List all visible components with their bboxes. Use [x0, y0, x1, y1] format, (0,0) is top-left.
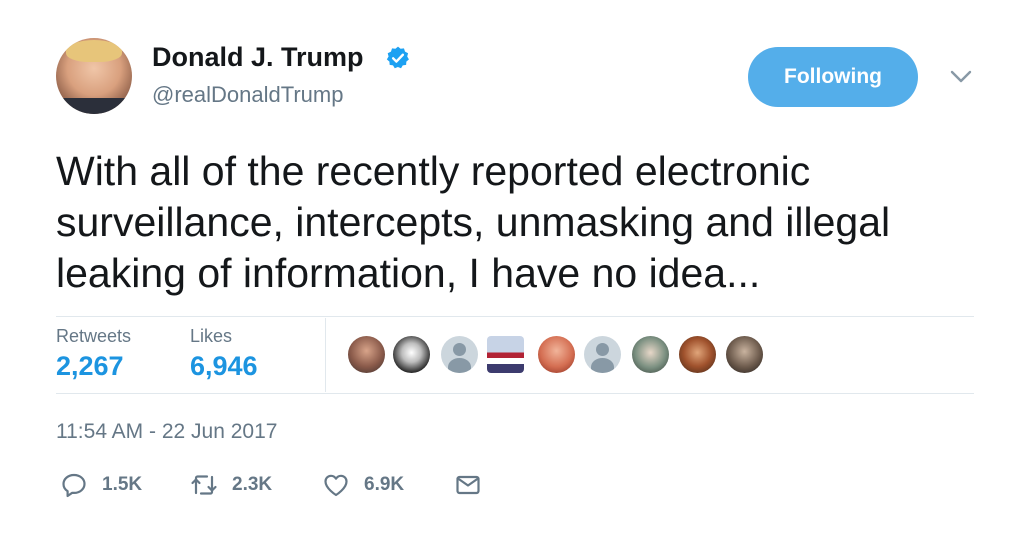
mail-icon	[456, 475, 480, 495]
reply-count: 1.5K	[102, 474, 143, 495]
liker-avatar[interactable]	[348, 336, 385, 373]
retweets-label: Retweets	[56, 326, 132, 346]
retweets-count: 2,267	[56, 351, 124, 381]
like-count: 6.9K	[364, 474, 405, 495]
stats-vertical-divider	[325, 318, 326, 392]
tweet-timestamp[interactable]: 11:54 AM - 22 Jun 2017	[56, 420, 277, 444]
reply-icon	[62, 473, 86, 498]
liker-avatar[interactable]	[393, 336, 430, 373]
likes-label: Likes	[190, 326, 233, 346]
verified-badge-icon	[386, 46, 409, 69]
author-handle[interactable]: @realDonaldTrump	[152, 82, 343, 108]
retweets-stat[interactable]: Retweets 2,267	[56, 326, 131, 382]
liker-avatar[interactable]	[679, 336, 716, 373]
liker-avatar[interactable]	[538, 336, 575, 373]
following-button[interactable]: Following	[748, 47, 918, 107]
heart-icon	[324, 474, 348, 497]
retweet-button[interactable]: 2.3K	[190, 471, 272, 499]
retweet-count: 2.3K	[232, 474, 273, 495]
liker-avatar[interactable]	[584, 336, 621, 373]
liker-avatar[interactable]	[487, 336, 524, 373]
liker-avatar[interactable]	[726, 336, 763, 373]
author-name[interactable]: Donald J. Trump	[152, 42, 364, 73]
liker-avatar[interactable]	[632, 336, 669, 373]
reply-button[interactable]: 1.5K	[60, 471, 142, 499]
like-button[interactable]: 6.9K	[322, 471, 404, 499]
likes-count: 6,946	[190, 351, 258, 381]
liker-avatar[interactable]	[441, 336, 478, 373]
stats-top-divider	[56, 316, 974, 317]
retweet-icon	[191, 475, 217, 495]
tweet-text: With all of the recently reported electr…	[56, 148, 891, 296]
likes-stat[interactable]: Likes 6,946	[190, 326, 258, 382]
direct-message-button[interactable]	[454, 471, 482, 504]
stats-bottom-divider	[56, 393, 974, 394]
author-avatar[interactable]	[56, 38, 132, 114]
chevron-down-icon[interactable]	[950, 70, 972, 84]
